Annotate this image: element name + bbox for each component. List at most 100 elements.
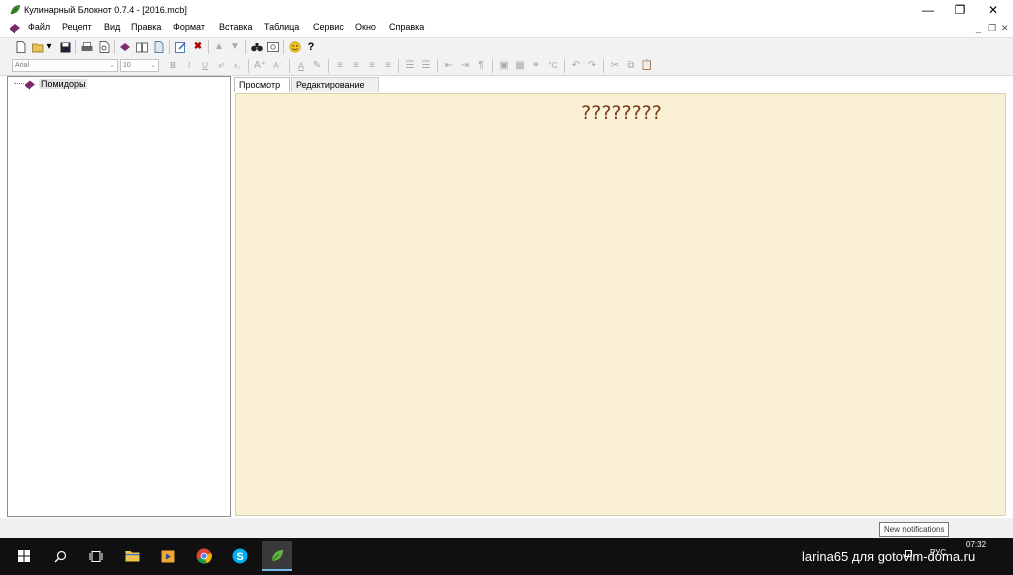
paragraph-icon[interactable]: ¶: [474, 59, 488, 73]
tree-connector: [14, 83, 24, 84]
page-icon[interactable]: [152, 40, 166, 54]
undo-icon[interactable]: ↶: [569, 59, 583, 73]
paste-icon[interactable]: 📋: [640, 59, 654, 73]
menu-help[interactable]: Справка: [389, 22, 424, 32]
insert-table-icon[interactable]: ▦: [513, 59, 527, 73]
new-file-icon[interactable]: [14, 40, 28, 54]
recipe-tree[interactable]: Помидоры: [7, 76, 231, 517]
search-icon[interactable]: [47, 543, 73, 569]
move-up-icon[interactable]: ▲: [212, 40, 226, 54]
edit-recipe-icon[interactable]: [174, 40, 188, 54]
bullet-list-icon[interactable]: ☰: [403, 59, 417, 73]
open-book-icon[interactable]: [135, 40, 149, 54]
status-bar: [0, 518, 1013, 538]
superscript-icon[interactable]: x²: [214, 59, 228, 73]
cut-icon[interactable]: ✂: [608, 59, 622, 73]
culinary-notebook-taskbar-icon[interactable]: [262, 541, 292, 571]
open-folder-icon[interactable]: [31, 40, 45, 54]
menu-file[interactable]: Файл: [28, 22, 50, 32]
tab-view[interactable]: Просмотр: [234, 77, 290, 92]
print-icon[interactable]: [80, 40, 94, 54]
font-size-select[interactable]: 10 ⌄: [120, 59, 159, 72]
recipe-title: ????????: [581, 102, 662, 124]
smiley-icon[interactable]: [288, 40, 302, 54]
mdi-minimize-button[interactable]: _: [976, 23, 981, 33]
menu-edit[interactable]: Правка: [131, 22, 161, 32]
menu-format[interactable]: Формат: [173, 22, 205, 32]
highlight-icon[interactable]: ✎: [310, 59, 324, 73]
print-preview-icon[interactable]: [97, 40, 111, 54]
chevron-down-icon: ⌄: [150, 62, 156, 69]
bold-icon[interactable]: B: [166, 59, 180, 73]
close-button[interactable]: ✕: [976, 0, 1010, 20]
chevron-down-icon: ⌄: [109, 62, 115, 69]
taskbar-clock[interactable]: 07:32: [966, 540, 986, 549]
indent-icon[interactable]: ⇥: [458, 59, 472, 73]
menu-recipe[interactable]: Рецепт: [62, 22, 92, 32]
chrome-icon[interactable]: [191, 543, 217, 569]
menu-insert[interactable]: Вставка: [219, 22, 252, 32]
recipe-view: ????????: [235, 93, 1006, 516]
font-color-icon[interactable]: A: [294, 59, 308, 73]
align-right-icon[interactable]: ≡: [365, 59, 379, 73]
toolbar-separator: [603, 59, 604, 73]
outdent-icon[interactable]: ⇤: [442, 59, 456, 73]
insert-link-icon[interactable]: ⚭: [529, 59, 543, 73]
book-icon: [10, 24, 20, 34]
insert-image-icon[interactable]: ▣: [497, 59, 511, 73]
open-dropdown-icon[interactable]: ▾: [45, 40, 53, 54]
minimize-button[interactable]: —: [911, 0, 945, 20]
insert-symbol-icon[interactable]: °C: [546, 59, 560, 73]
file-explorer-icon[interactable]: [119, 543, 145, 569]
main-toolbar: ▾ ✖ ▲ ▼ ?: [0, 37, 1013, 57]
toolbar-separator: [398, 59, 399, 73]
media-player-icon[interactable]: [155, 543, 181, 569]
tree-item[interactable]: Помидоры: [24, 78, 88, 90]
image-icon[interactable]: [266, 40, 280, 54]
menu-service[interactable]: Сервис: [313, 22, 344, 32]
copy-icon[interactable]: ⧉: [624, 59, 638, 73]
binoculars-icon[interactable]: [250, 40, 264, 54]
toolbar-separator: [248, 59, 249, 73]
menu-window[interactable]: Окно: [355, 22, 376, 32]
toolbar-separator: [564, 59, 565, 73]
restore-button[interactable]: ❐: [943, 0, 977, 20]
recipe-book-icon[interactable]: [118, 40, 132, 54]
toolbar-separator: [245, 40, 246, 54]
window-title: Кулинарный Блокнот 0.7.4 - [2016.mcb]: [24, 5, 187, 15]
increase-font-icon[interactable]: A⁺: [253, 59, 267, 73]
align-left-icon[interactable]: ≡: [333, 59, 347, 73]
app-leaf-icon: [10, 5, 20, 15]
menu-table[interactable]: Таблица: [264, 22, 299, 32]
font-name-select[interactable]: Arial ⌄: [12, 59, 118, 72]
toolbar-separator: [75, 40, 76, 54]
subscript-icon[interactable]: x₂: [230, 59, 244, 73]
notification-tooltip: New notifications: [879, 522, 950, 537]
toolbar-separator: [169, 40, 170, 54]
toolbar-separator: [437, 59, 438, 73]
mdi-restore-button[interactable]: ❐: [988, 23, 996, 34]
save-icon[interactable]: [58, 40, 72, 54]
start-windows-icon[interactable]: [11, 543, 37, 569]
underline-icon[interactable]: U: [198, 59, 212, 73]
menu-bar: Файл Рецепт Вид Правка Формат Вставка Та…: [0, 20, 1013, 36]
redo-icon[interactable]: ↷: [585, 59, 599, 73]
task-view-icon[interactable]: [83, 543, 109, 569]
book-icon: [25, 80, 35, 90]
delete-icon[interactable]: ✖: [191, 40, 205, 54]
mdi-close-button[interactable]: ✕: [1001, 23, 1009, 34]
italic-icon[interactable]: I: [182, 59, 196, 73]
menu-view[interactable]: Вид: [104, 22, 120, 32]
align-justify-icon[interactable]: ≡: [381, 59, 395, 73]
skype-icon[interactable]: S: [227, 543, 253, 569]
help-icon[interactable]: ?: [304, 40, 318, 54]
decrease-font-icon[interactable]: A⁻: [271, 59, 285, 73]
language-indicator[interactable]: РУС: [930, 548, 946, 557]
font-name-value: Arial: [15, 62, 30, 69]
move-down-icon[interactable]: ▼: [228, 40, 242, 54]
align-center-icon[interactable]: ≡: [349, 59, 363, 73]
toolbar-separator: [492, 59, 493, 73]
numbered-list-icon[interactable]: ☰: [419, 59, 433, 73]
tab-edit[interactable]: Редактирование: [291, 77, 379, 92]
font-size-value: 10: [123, 62, 131, 69]
